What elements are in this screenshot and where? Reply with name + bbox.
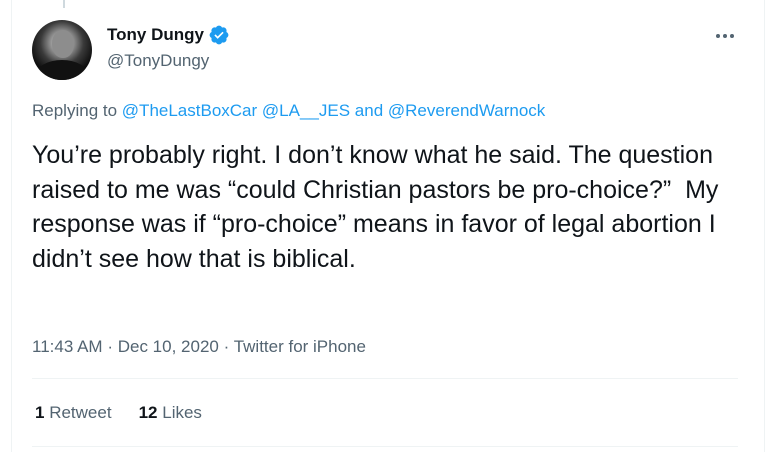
tweet-source[interactable]: Twitter for iPhone bbox=[234, 337, 366, 356]
replying-to-line: Replying to @TheLastBoxCar @LA__JES and … bbox=[32, 100, 545, 122]
author-name-row: Tony Dungy bbox=[107, 24, 230, 46]
mention-link[interactable]: @TheLastBoxCar bbox=[122, 101, 257, 120]
avatar-head-shape bbox=[52, 30, 74, 58]
tweet-date[interactable]: Dec 10, 2020 bbox=[118, 337, 219, 356]
mention-link[interactable]: @ReverendWarnock bbox=[388, 101, 545, 120]
more-dot bbox=[716, 34, 720, 38]
retweets-count: 1 bbox=[35, 403, 45, 422]
replying-to-prefix: Replying to bbox=[32, 101, 118, 120]
likes-stat[interactable]: 12 Likes bbox=[139, 402, 202, 424]
replying-to-conjunction: and bbox=[354, 101, 384, 120]
more-dot bbox=[723, 34, 727, 38]
author-display-name[interactable]: Tony Dungy bbox=[107, 24, 204, 46]
more-dot bbox=[730, 34, 734, 38]
divider bbox=[32, 378, 738, 379]
tweet-time[interactable]: 11:43 AM bbox=[32, 337, 103, 356]
tweet-metadata: 11:43 AM · Dec 10, 2020 · Twitter for iP… bbox=[32, 336, 366, 358]
author-handle[interactable]: @TonyDungy bbox=[107, 50, 209, 72]
tweet-body-text: You’re probably right. I don’t know what… bbox=[32, 141, 726, 273]
retweets-stat[interactable]: 1 Retweet bbox=[35, 402, 112, 424]
more-horizontal-icon[interactable] bbox=[716, 30, 738, 42]
tweet-stats: 1 Retweet 12 Likes bbox=[35, 402, 202, 424]
avatar-shoulders-shape bbox=[36, 60, 88, 80]
retweets-label: Retweet bbox=[49, 403, 112, 422]
avatar[interactable] bbox=[32, 20, 92, 80]
verified-badge-icon bbox=[209, 25, 229, 45]
thread-connector-line bbox=[63, 0, 65, 8]
likes-label: Likes bbox=[162, 403, 202, 422]
divider bbox=[32, 446, 738, 447]
meta-separator: · bbox=[223, 337, 230, 356]
likes-count: 12 bbox=[138, 403, 158, 422]
meta-separator: · bbox=[107, 337, 113, 356]
mention-link[interactable]: @LA__JES bbox=[262, 101, 350, 120]
